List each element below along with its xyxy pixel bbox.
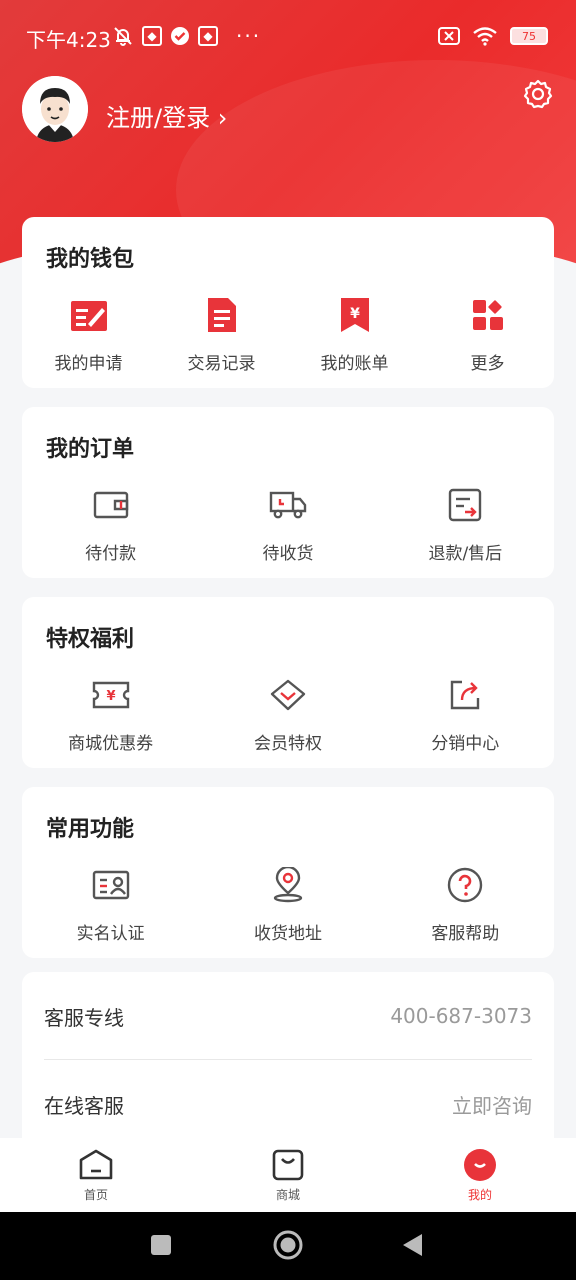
hotline-label: 客服专线	[44, 1005, 124, 1030]
functions-items: 实名认证 收货地址 客服帮助	[22, 865, 554, 944]
hotline-row[interactable]: 客服专线 400-687-3073	[44, 972, 532, 1060]
wallet-items: 我的申请 交易记录 ¥ 我的账单 更多	[22, 295, 554, 374]
tab-mall-label: 商城	[275, 1188, 300, 1202]
function-item-label: 实名认证	[76, 924, 145, 944]
status-notification-icons: ◆ ◆ ···	[112, 24, 261, 48]
truck-icon	[268, 485, 308, 525]
benefits-items: ¥ 商城优惠券 会员特权 分销中心	[22, 675, 554, 754]
benefit-item-coupons[interactable]: ¥ 商城优惠券	[22, 675, 199, 754]
order-item-pending-payment[interactable]: 待付款	[22, 485, 199, 564]
help-icon	[445, 865, 485, 905]
battery-indicator: 75	[510, 27, 548, 45]
bill-icon: ¥	[335, 295, 375, 335]
functions-title: 常用功能	[46, 817, 135, 842]
chevron-right-icon: ›	[217, 104, 228, 132]
login-register-link[interactable]: 注册/登录 ›	[106, 98, 227, 133]
tab-home[interactable]: 首页	[0, 1138, 192, 1212]
benefit-item-label: 商城优惠券	[68, 734, 154, 754]
orders-title: 我的订单	[46, 437, 135, 462]
status-system-icons: 75	[438, 26, 548, 46]
mute-icon	[114, 27, 132, 46]
function-item-label: 收货地址	[253, 924, 322, 944]
online-service-value: 立即咨询	[452, 1093, 532, 1118]
bottom-tab-bar: 首页 商城 我的	[0, 1138, 576, 1212]
home-button-icon[interactable]	[272, 1229, 304, 1261]
wallet-item-label: 更多	[470, 354, 505, 374]
benefits-card: 特权福利 ¥ 商城优惠券 会员特权 分销中心	[22, 597, 554, 768]
settings-gear-icon[interactable]	[522, 78, 554, 110]
svg-text:¥: ¥	[106, 689, 115, 704]
tab-mine-label: 我的	[467, 1188, 492, 1202]
sim-off-icon	[438, 27, 460, 45]
more-grid-icon	[468, 295, 508, 335]
benefit-item-label: 会员特权	[253, 734, 322, 754]
check-circle-icon	[171, 27, 189, 45]
more-notifications-icon: ···	[236, 24, 262, 48]
wallet-icon	[91, 485, 131, 525]
hotline-value: 400-687-3073	[390, 1004, 532, 1028]
benefits-title: 特权福利	[46, 627, 135, 652]
wifi-icon	[473, 27, 497, 46]
back-button-icon[interactable]	[400, 1232, 424, 1258]
app-notification-icon: ◆	[198, 26, 218, 46]
wallet-item-more[interactable]: 更多	[421, 295, 554, 374]
online-service-row[interactable]: 在线客服 立即咨询	[44, 1060, 532, 1148]
recent-apps-icon[interactable]	[150, 1234, 172, 1256]
svg-text:¥: ¥	[350, 306, 360, 322]
refund-icon	[445, 485, 485, 525]
order-item-label: 退款/售后	[428, 544, 503, 564]
function-item-verification[interactable]: 实名认证	[22, 865, 199, 944]
status-bar: 下午4:23 ◆ ◆ ··· 75	[0, 0, 576, 72]
order-item-pending-receipt[interactable]: 待收货	[199, 485, 376, 564]
orders-items: 待付款 待收货 退款/售后	[22, 485, 554, 564]
home-icon	[79, 1149, 113, 1180]
tab-mine[interactable]: 我的	[384, 1138, 576, 1212]
diamond-icon	[268, 675, 308, 715]
shopping-bag-icon	[272, 1149, 304, 1181]
benefit-item-distribution[interactable]: 分销中心	[377, 675, 554, 754]
login-label: 注册/登录	[106, 104, 211, 132]
coupon-icon: ¥	[91, 675, 131, 715]
order-item-refund[interactable]: 退款/售后	[377, 485, 554, 564]
order-item-label: 待收货	[262, 544, 314, 564]
document-icon	[202, 295, 242, 335]
profile-smile-icon	[464, 1149, 496, 1181]
tab-home-label: 首页	[83, 1188, 108, 1202]
benefit-item-member[interactable]: 会员特权	[199, 675, 376, 754]
avatar[interactable]	[22, 76, 88, 142]
order-item-label: 待付款	[85, 544, 137, 564]
wallet-item-transactions[interactable]: 交易记录	[155, 295, 288, 374]
app-notification-icon: ◆	[142, 26, 162, 46]
id-card-icon	[91, 865, 131, 905]
share-icon	[445, 675, 485, 715]
wallet-title: 我的钱包	[46, 247, 135, 272]
application-icon	[69, 295, 109, 335]
functions-card: 常用功能 实名认证 收货地址 客服帮助	[22, 787, 554, 958]
orders-card: 我的订单 待付款 待收货 退款/售后	[22, 407, 554, 578]
tab-mall[interactable]: 商城	[192, 1138, 384, 1212]
status-time: 下午4:23	[26, 28, 111, 52]
benefit-item-label: 分销中心	[431, 734, 500, 754]
function-item-help[interactable]: 客服帮助	[377, 865, 554, 944]
function-item-address[interactable]: 收货地址	[199, 865, 376, 944]
system-navigation-bar	[0, 1212, 576, 1280]
wallet-item-label: 我的申请	[54, 354, 123, 374]
wallet-item-label: 交易记录	[187, 354, 256, 374]
wallet-card: 我的钱包 我的申请 交易记录 ¥ 我的账单 更多	[22, 217, 554, 388]
online-service-label: 在线客服	[44, 1093, 124, 1118]
wallet-item-bills[interactable]: ¥ 我的账单	[288, 295, 421, 374]
location-icon	[268, 865, 308, 905]
function-item-label: 客服帮助	[431, 924, 500, 944]
wallet-item-applications[interactable]: 我的申请	[22, 295, 155, 374]
wallet-item-label: 我的账单	[320, 354, 389, 374]
